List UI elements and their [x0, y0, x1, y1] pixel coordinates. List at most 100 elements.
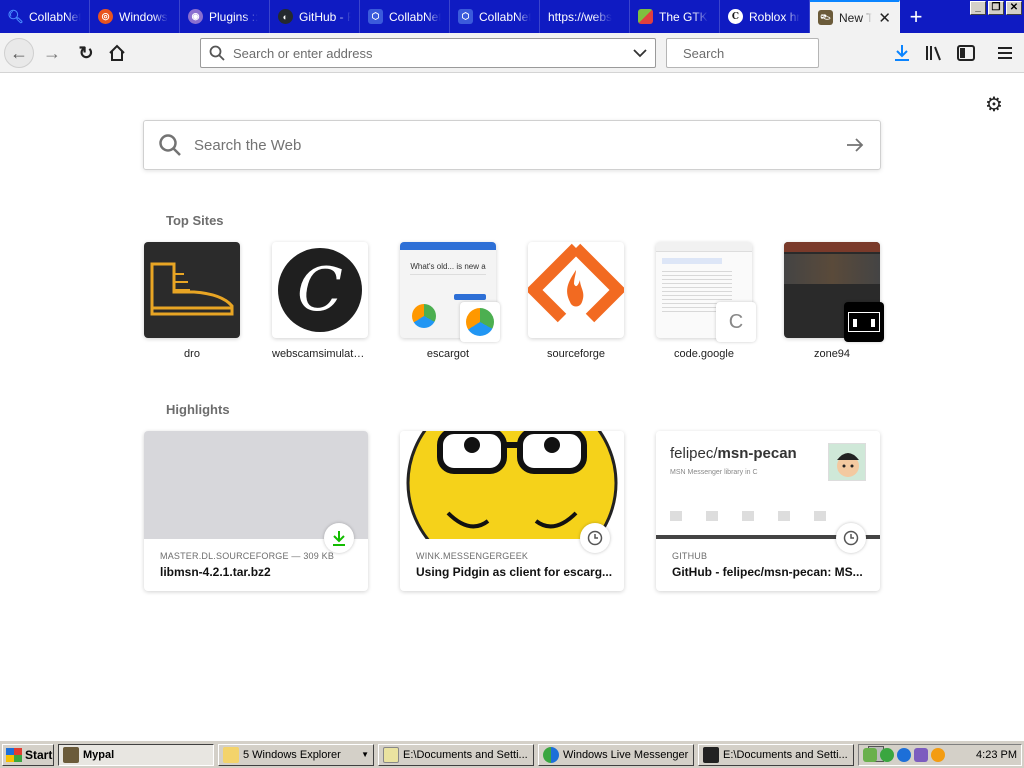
close-window-button[interactable]: ✕ — [1006, 1, 1022, 15]
search-tray-icon[interactable] — [931, 748, 945, 762]
tab-new-tab[interactable]: 👞︎ New T ✕ — [810, 0, 900, 33]
minimize-button[interactable]: _ — [970, 1, 986, 15]
taskbar-button-messenger[interactable]: Windows Live Messenger — [538, 743, 694, 766]
highlight-source: WINK.MESSENGERGEEK — [416, 551, 529, 561]
taskbar-button-explorer[interactable]: 5 Windows Explorer ▼ — [218, 743, 374, 766]
site-thumbnail — [144, 242, 240, 338]
tab-roblox[interactable]: C Roblox hr — [720, 0, 810, 33]
tab-github[interactable]: ◐ GitHub - F — [270, 0, 360, 33]
collabnet-icon: ⬡ — [458, 9, 473, 24]
ubuntu-icon: ◎ — [98, 9, 113, 24]
restore-button[interactable]: ❐ — [988, 1, 1004, 15]
tab-label: CollabNet — [479, 9, 531, 24]
download-button-image — [454, 294, 486, 300]
tab-plugins[interactable]: ◉ Plugins :: — [180, 0, 270, 33]
text-lines — [662, 258, 722, 264]
group-arrow-icon: ▼ — [361, 750, 369, 759]
boot-icon: 👞︎ — [818, 10, 833, 25]
tab-label: https://webs — [548, 9, 613, 24]
search-icon — [209, 45, 225, 61]
library-button[interactable] — [922, 41, 946, 65]
url-input[interactable] — [233, 45, 633, 61]
boot-icon — [63, 746, 79, 763]
highlight-title: libmsn-4.2.1.tar.bz2 — [160, 565, 271, 579]
tab-collabnet-3[interactable]: ⬡ CollabNet — [450, 0, 540, 33]
page-header-bar — [784, 242, 880, 252]
top-sites-title: Top Sites — [166, 213, 224, 228]
code-google-favicon-badge: C — [716, 302, 756, 342]
downloads-button[interactable] — [890, 41, 914, 65]
web-search-input[interactable] — [194, 136, 844, 154]
pidgin-tray-icon[interactable] — [914, 748, 928, 762]
top-site-tile[interactable]: C webscamsimulator... — [272, 242, 368, 360]
windows-logo-icon — [6, 747, 22, 762]
folder-icon — [223, 746, 239, 763]
taskbar-button-label: Mypal — [83, 748, 115, 761]
notepad-icon — [383, 746, 399, 763]
top-site-tile[interactable]: What's old... is new a escargot — [400, 242, 500, 360]
tab-windows[interactable]: ◎ Windows — [90, 0, 180, 33]
escargot-favicon-badge — [460, 302, 500, 342]
site-thumbnail — [528, 242, 624, 338]
tab-label: GitHub - F — [299, 9, 351, 24]
search-bar[interactable] — [666, 38, 859, 68]
search-icon — [159, 134, 181, 156]
top-site-tile[interactable]: sourceforge — [528, 242, 624, 360]
top-site-tile[interactable]: dro — [144, 242, 240, 360]
search-input[interactable] — [683, 45, 859, 61]
taskbar-button-notepad-1[interactable]: E:\Documents and Setti... — [378, 743, 534, 766]
sourceforge-logo-icon — [528, 243, 624, 323]
highlight-title: Using Pidgin as client for escarg... — [416, 565, 613, 579]
site-name: dro — [184, 348, 200, 360]
clock-icon — [836, 523, 866, 553]
clock: 4:23 PM — [976, 749, 1017, 761]
hamburger-icon — [998, 47, 1012, 59]
messenger-status-icon[interactable] — [897, 748, 911, 762]
gtk-icon — [638, 9, 653, 24]
github-card-user: felipec/ — [670, 445, 718, 462]
tab-label: New T — [839, 10, 873, 25]
highlight-source: MASTER.DL.SOURCEFORGE — 309 KB — [160, 551, 335, 561]
gear-icon[interactable]: ⚙ — [984, 94, 1004, 116]
tab-collabnet-1[interactable]: 🔍︎ CollabNet — [0, 0, 90, 33]
tab-label: Windows — [119, 9, 168, 24]
tab-strip: 🔍︎ CollabNet ◎ Windows ◉ Plugins :: ◐ Gi… — [0, 0, 1024, 33]
top-site-tile[interactable]: C code.google — [656, 242, 756, 360]
close-tab-icon[interactable]: ✕ — [878, 9, 891, 27]
chevron-down-icon[interactable] — [633, 46, 647, 61]
new-tab-button[interactable]: + — [900, 0, 932, 33]
back-button[interactable]: ← — [4, 38, 34, 68]
menu-button[interactable] — [993, 41, 1017, 65]
escargot-logo-icon — [466, 308, 494, 336]
highlight-card[interactable]: WINK.MESSENGERGEEK Using Pidgin as clien… — [400, 431, 624, 591]
taskbar-button-mypal[interactable]: Mypal — [58, 743, 214, 766]
network-icon[interactable] — [863, 748, 877, 762]
sidebar-button[interactable] — [954, 41, 978, 65]
url-bar[interactable] — [200, 38, 656, 68]
home-icon — [109, 44, 125, 61]
tab-webs[interactable]: https://webs — [540, 0, 630, 33]
tab-collabnet-2[interactable]: ⬡ CollabNet — [360, 0, 450, 33]
forward-button[interactable]: → — [40, 41, 64, 65]
webscam-logo-icon: C — [278, 248, 362, 332]
highlight-card[interactable]: MASTER.DL.SOURCEFORGE — 309 KB libmsn-4.… — [144, 431, 368, 591]
taskbar-button-notepad-2[interactable]: E:\Documents and Setti... — [698, 743, 854, 766]
highlight-title: GitHub - felipec/msn-pecan: MS... — [672, 565, 863, 579]
tab-label: CollabNet — [389, 9, 441, 24]
arrow-right-icon[interactable] — [844, 134, 866, 156]
top-site-tile[interactable]: zone94 — [784, 242, 884, 360]
messenger-tray-icon[interactable] — [880, 748, 894, 762]
taskbar-button-label: 5 Windows Explorer — [243, 748, 341, 761]
page-header-bar — [400, 242, 496, 250]
github-icon: ◐ — [278, 9, 293, 24]
collabnet-icon: ⬡ — [368, 9, 383, 24]
reload-button[interactable]: ↻ — [74, 41, 98, 65]
highlight-card[interactable]: felipec/msn-pecan MSN Messenger library … — [656, 431, 880, 591]
start-button[interactable]: Start — [2, 743, 54, 766]
home-button[interactable] — [105, 41, 129, 65]
highlight-source: GITHUB — [672, 551, 708, 561]
loading-icon: C — [728, 310, 744, 333]
tab-gtk[interactable]: The GTK — [630, 0, 720, 33]
site-thumbnail: C — [272, 242, 368, 338]
web-search-box[interactable] — [143, 120, 881, 170]
